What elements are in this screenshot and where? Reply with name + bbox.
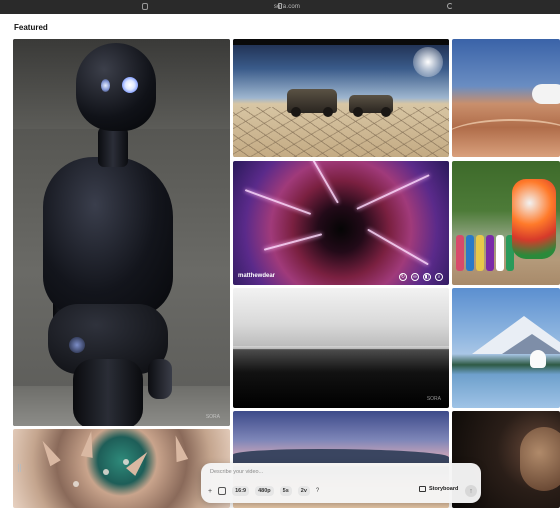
resolution-button[interactable]: 480p [255, 486, 274, 496]
shield-icon[interactable] [142, 3, 148, 10]
tile-actions: ↻ ∞ ◧ ⌕ [399, 273, 443, 281]
blend-icon[interactable]: ◧ [423, 273, 431, 281]
lightning-streak [307, 161, 339, 204]
lightning-streak [356, 174, 430, 210]
video-tile-crowd[interactable] [452, 161, 560, 285]
browser-toolbar: sora.com [0, 0, 560, 14]
wave-line [233, 346, 449, 349]
watermark: SORA [426, 396, 441, 402]
robot-torso [43, 157, 173, 317]
wheel [323, 107, 333, 117]
refresh-icon[interactable]: ↻ [399, 273, 407, 281]
submit-button[interactable]: ↑ [465, 485, 477, 497]
add-button[interactable]: + [208, 488, 212, 495]
robot-eye-left [101, 79, 110, 92]
aspect-ratio-button[interactable]: 16:9 [232, 486, 250, 496]
video-tile-dunes[interactable] [452, 39, 560, 157]
video-tile-ocean[interactable]: SORA [233, 288, 449, 408]
creator-username[interactable]: matthewdear [238, 273, 275, 279]
robot-head [76, 43, 156, 131]
robot-hand [148, 359, 172, 399]
mountain-shadow [502, 334, 560, 354]
coral-dot [123, 459, 129, 465]
page-title: Featured [14, 23, 48, 32]
sun-glow [413, 47, 443, 77]
storyboard-button[interactable]: Storyboard [419, 486, 458, 492]
prompt-input[interactable]: Describe your video... [210, 469, 263, 475]
lightning-streak [367, 228, 429, 266]
preset-icon[interactable] [218, 487, 227, 495]
robot-eye-right [122, 77, 138, 93]
storyboard-icon [419, 486, 426, 492]
prompt-controls: + 16:9 480p 5s 2v ? [208, 486, 319, 496]
lock-icon [278, 3, 282, 9]
person [486, 235, 494, 271]
watermark: SORA [205, 414, 220, 420]
robot-neck [98, 127, 128, 167]
drag-handle-icon[interactable] [18, 464, 21, 472]
robot-joint [69, 337, 85, 353]
wheel [353, 107, 363, 117]
featured-page: Featured SORA matthewdear ↻ ∞ ◧ ⌕ SORA [0, 14, 560, 508]
coral-dot [103, 469, 109, 475]
video-tile-mountain[interactable] [452, 288, 560, 408]
coral-dot [73, 481, 79, 487]
loop-icon[interactable]: ∞ [411, 273, 419, 281]
coral-spike [126, 448, 152, 476]
video-tile-robot[interactable]: SORA [13, 39, 230, 426]
person [456, 235, 464, 271]
coral-spike [169, 433, 189, 463]
wheel [291, 107, 301, 117]
person [466, 235, 474, 271]
cloud [532, 84, 560, 104]
dune-ridge [452, 119, 560, 157]
lightning-streak [263, 233, 323, 251]
prompt-composer: Describe your video... + 16:9 480p 5s 2v… [201, 463, 481, 503]
hills [233, 449, 449, 463]
cracked-ground [233, 107, 449, 157]
person [496, 235, 504, 271]
lightning-streak [244, 189, 312, 215]
person [476, 235, 484, 271]
variations-button[interactable]: 2v [297, 486, 310, 496]
video-tile-energy[interactable]: matthewdear ↻ ∞ ◧ ⌕ [233, 161, 449, 285]
crane-bird [530, 350, 546, 368]
storyboard-label: Storyboard [429, 486, 459, 492]
face [520, 427, 560, 491]
search-icon[interactable]: ⌕ [435, 273, 443, 281]
robot-leg [73, 359, 143, 426]
coral-spike [37, 437, 61, 467]
tile-topbar [233, 39, 449, 45]
video-tile-coral[interactable] [13, 429, 230, 508]
reload-icon[interactable] [447, 3, 453, 9]
parade-float [512, 179, 556, 259]
video-tile-desert[interactable] [233, 39, 449, 157]
duration-button[interactable]: 5s [279, 486, 292, 496]
help-button[interactable]: ? [316, 488, 319, 494]
wheel [381, 107, 391, 117]
coral-spike [80, 430, 98, 458]
